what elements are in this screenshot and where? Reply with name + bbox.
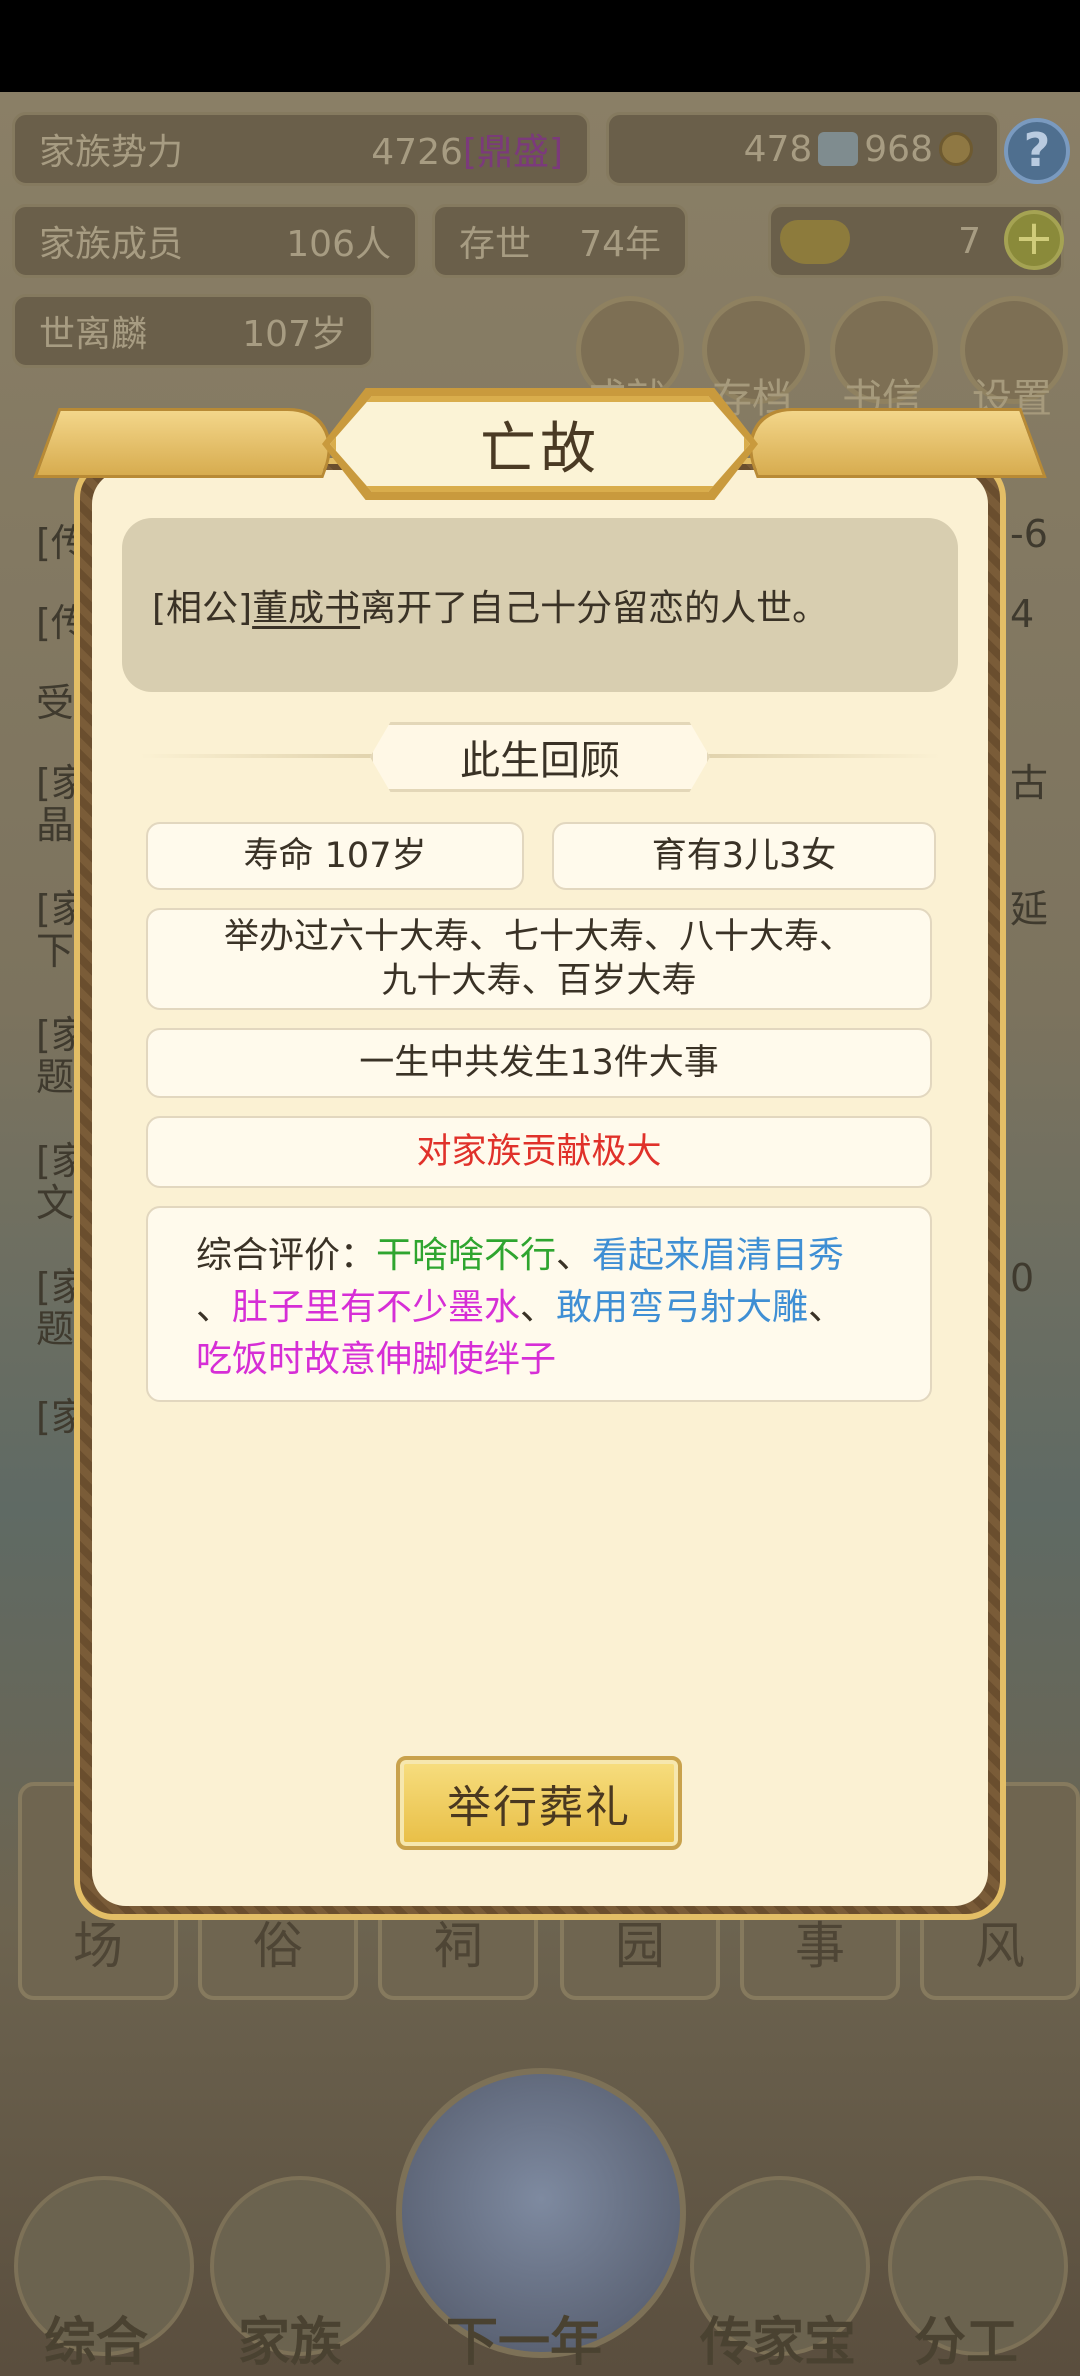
birthdays-box: 举办过六十大寿、七十大寿、八十大寿、 九十大寿、百岁大寿 bbox=[146, 908, 932, 1010]
list-value: -6 bbox=[1010, 512, 1048, 556]
help-button[interactable]: ? bbox=[1004, 118, 1070, 184]
trait-separator: 、 bbox=[808, 1287, 845, 1328]
trait-4: 敢用弯弓射大雕 bbox=[556, 1287, 809, 1328]
trait-separator: 、 bbox=[520, 1287, 557, 1328]
list-value: 4 bbox=[1010, 592, 1035, 636]
family-power-label: 家族势力 bbox=[39, 132, 184, 173]
list-value: 延 bbox=[1010, 887, 1049, 931]
resource-b-value: 968 bbox=[864, 128, 933, 170]
bottom-card-label: 事 bbox=[795, 1917, 845, 1975]
trait-3: 肚子里有不少墨水 bbox=[232, 1287, 521, 1328]
section-title: 此生回顾 bbox=[460, 738, 620, 784]
resources-pill: 478 968 bbox=[606, 112, 1000, 186]
trait-separator: 、 bbox=[196, 1287, 233, 1328]
trait-5: 吃饭时故意伸脚使绊子 bbox=[196, 1339, 557, 1380]
bottom-card-label: 俗 bbox=[253, 1917, 303, 1975]
roof-ornament-left bbox=[33, 408, 349, 478]
resource-a-value: 478 bbox=[743, 128, 813, 170]
list-value: 古 bbox=[1010, 761, 1049, 805]
members-label: 家族成员 bbox=[39, 224, 184, 265]
exist-value: 74年 bbox=[579, 224, 661, 265]
list-item: 题 bbox=[36, 1055, 75, 1099]
hold-funeral-label: 举行葬礼 bbox=[447, 1782, 631, 1833]
section-plate: 此生回顾 bbox=[370, 722, 710, 792]
family-power-value: 4726 bbox=[371, 132, 463, 173]
elder-pill: 世离麟 107岁 bbox=[12, 294, 374, 368]
contribution-box: 对家族贡献极大 bbox=[146, 1116, 932, 1188]
title-plate: 亡故 bbox=[330, 396, 750, 492]
nav-overview-label: 综合 bbox=[44, 2313, 149, 2373]
exist-pill: 存世 74年 bbox=[432, 204, 688, 278]
gold-ingot-icon bbox=[780, 220, 850, 264]
lifespan-box: 寿命 107岁 bbox=[146, 822, 524, 890]
silver-icon bbox=[818, 132, 859, 166]
birthdays-line-1: 举办过六十大寿、七十大寿、八十大寿、 bbox=[223, 917, 854, 957]
divider-left bbox=[140, 754, 380, 758]
list-item: 受 bbox=[36, 681, 75, 725]
contribution-text: 对家族贡献极大 bbox=[416, 1132, 662, 1172]
list-item: 题 bbox=[36, 1307, 75, 1351]
list-value: 0 bbox=[1010, 1256, 1035, 1300]
bottom-card-label: 场 bbox=[73, 1917, 123, 1975]
evaluation-label: 综合评价： bbox=[196, 1235, 377, 1276]
exist-label: 存世 bbox=[459, 224, 532, 265]
events-text: 一生中共发生13件大事 bbox=[359, 1043, 719, 1083]
lifespan-text: 寿命 107岁 bbox=[243, 836, 427, 876]
nav-family-label: 家族 bbox=[238, 2313, 343, 2373]
death-message: [相公] 董成书 离开了自己十分留恋的人世。 bbox=[122, 518, 958, 692]
bottom-card-label: 风 bbox=[975, 1917, 1025, 1975]
family-power-pill: 家族势力 4726[鼎盛] bbox=[12, 112, 590, 186]
trait-1: 干啥啥不行 bbox=[376, 1235, 557, 1276]
deceased-name-link[interactable]: 董成书 bbox=[252, 579, 360, 631]
roof-ornament-right bbox=[731, 408, 1047, 478]
hold-funeral-button[interactable]: 举行葬礼 bbox=[396, 1756, 682, 1850]
list-item: 晶 bbox=[36, 803, 75, 847]
death-message-text: 离开了自己十分留恋的人世。 bbox=[360, 588, 829, 629]
gold-value: 7 bbox=[958, 220, 981, 262]
list-item: 下 bbox=[36, 929, 75, 973]
children-box: 育有3儿3女 bbox=[552, 822, 936, 890]
elder-age: 107岁 bbox=[242, 314, 347, 355]
status-bar bbox=[0, 0, 1080, 92]
events-box: 一生中共发生13件大事 bbox=[146, 1028, 932, 1098]
add-gold-button[interactable]: + bbox=[1004, 210, 1064, 270]
evaluation-box: 综合评价：干啥啥不行、看起来眉清目秀 、肚子里有不少墨水、敢用弯弓射大雕、 吃饭时故… bbox=[146, 1206, 932, 1402]
bottom-card-label: 祠 bbox=[433, 1917, 483, 1975]
relation-tag: [相公] bbox=[152, 588, 253, 629]
coin-icon bbox=[939, 132, 973, 166]
nav-division-label: 分工 bbox=[914, 2313, 1019, 2373]
children-text: 育有3儿3女 bbox=[651, 836, 837, 876]
nav-next-year-label: 下一年 bbox=[446, 2313, 603, 2373]
divider-right bbox=[700, 754, 940, 758]
trait-2: 看起来眉清目秀 bbox=[592, 1235, 845, 1276]
family-power-tag: [鼎盛] bbox=[462, 132, 563, 173]
members-pill: 家族成员 106人 bbox=[12, 204, 418, 278]
trait-separator: 、 bbox=[556, 1235, 593, 1276]
members-value: 106人 bbox=[286, 224, 391, 265]
birthdays-line-2: 九十大寿、百岁大寿 bbox=[381, 961, 697, 1001]
dialog-title: 亡故 bbox=[480, 416, 600, 482]
nav-heirloom-label: 传家宝 bbox=[700, 2313, 857, 2373]
elder-name: 世离麟 bbox=[39, 314, 148, 355]
bottom-card-label: 园 bbox=[615, 1917, 665, 1975]
list-item: 文 bbox=[36, 1181, 75, 1225]
